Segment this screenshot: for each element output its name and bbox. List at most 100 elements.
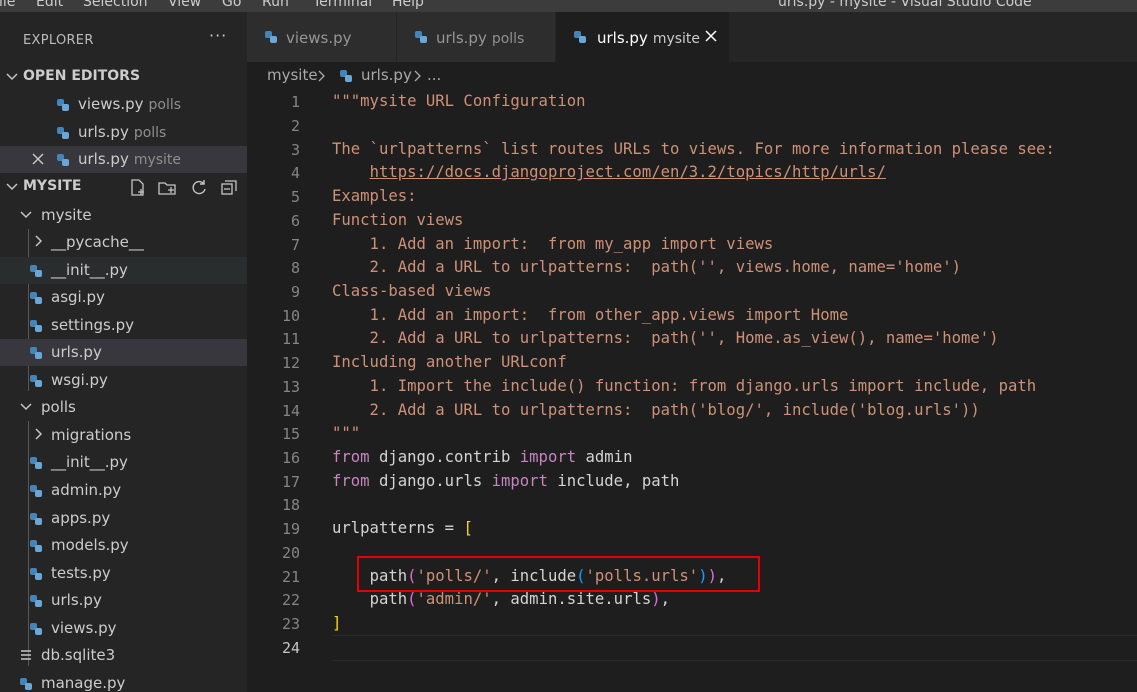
- breadcrumb-folder[interactable]: mysite: [267, 66, 318, 84]
- file-name: views.py: [78, 95, 144, 113]
- line-number: 19: [281, 520, 300, 538]
- menu-help[interactable]: Help: [392, 0, 424, 10]
- menu-terminal[interactable]: Terminal: [313, 0, 372, 10]
- tree-file[interactable]: apps.py: [0, 505, 247, 532]
- code-line: 2. Add a URL to urlpatterns: path('', Ho…: [332, 329, 999, 347]
- file-folder: polls: [133, 125, 167, 141]
- tree-label: __init__.py: [51, 261, 128, 279]
- line-number: 17: [281, 473, 300, 491]
- tab-label: urls.py: [436, 29, 487, 47]
- tree-label: urls.py: [51, 343, 102, 361]
- new-file-icon[interactable]: [128, 178, 148, 198]
- python-file-icon: [29, 484, 43, 498]
- tab-urls-py-mysite[interactable]: urls.py mysite: [556, 12, 730, 62]
- tab-folder: mysite: [652, 31, 701, 47]
- code-line: path('admin/', admin.site.urls),: [369, 590, 671, 608]
- menu-file[interactable]: ile: [0, 0, 15, 10]
- python-file-icon: [414, 30, 428, 44]
- tree-folder-pycache[interactable]: __pycache__: [0, 229, 247, 256]
- breadcrumb-more[interactable]: ...: [427, 66, 441, 84]
- tree-file[interactable]: __init__.py: [0, 257, 247, 284]
- tree-file[interactable]: manage.py: [0, 670, 247, 692]
- tree-file[interactable]: wsgi.py: [0, 367, 247, 394]
- line-number: 4: [290, 164, 300, 182]
- tab-bar: views.py urls.py polls urls.py mysite: [247, 12, 1137, 62]
- code-line: ]: [332, 614, 342, 632]
- menu-go[interactable]: Go: [222, 0, 241, 10]
- docs-link[interactable]: https://docs.djangoproject.com/en/3.2/to…: [370, 163, 886, 181]
- menu-edit[interactable]: Edit: [36, 0, 63, 10]
- title-bar: ile Edit Selection View Go Run Terminal …: [0, 0, 1137, 12]
- tree-file[interactable]: urls.py: [0, 587, 247, 614]
- tree-file[interactable]: admin.py: [0, 477, 247, 504]
- line-number: 7: [290, 236, 300, 254]
- refresh-icon[interactable]: [189, 178, 209, 198]
- chevron-down-icon: [19, 398, 33, 414]
- line-number: 5: [290, 188, 300, 206]
- menu-selection[interactable]: Selection: [83, 0, 148, 10]
- open-editors-header[interactable]: OPEN EDITORS: [0, 64, 247, 91]
- python-file-icon: [56, 98, 70, 112]
- tab-urls-py-polls[interactable]: urls.py polls: [397, 12, 556, 62]
- file-folder: mysite: [133, 152, 182, 168]
- code-line: 1. Import the include() function: from d…: [332, 377, 1037, 395]
- line-number: 11: [281, 330, 300, 348]
- line-number: 22: [281, 591, 300, 609]
- tree-file[interactable]: views.py: [0, 615, 247, 642]
- line-number: 23: [281, 615, 300, 633]
- tree-folder-polls[interactable]: polls: [0, 394, 247, 421]
- line-number: 21: [281, 568, 300, 586]
- tree-label: views.py: [51, 619, 117, 637]
- tree-file[interactable]: asgi.py: [0, 284, 247, 311]
- explorer-sidebar: EXPLORER ··· OPEN EDITORS views.py polls …: [0, 12, 247, 692]
- tree-label: apps.py: [51, 509, 111, 527]
- python-file-icon: [29, 539, 43, 553]
- tree-label: models.py: [51, 536, 129, 554]
- breadcrumb-file[interactable]: urls.py: [361, 66, 412, 84]
- window-title: urls.py - mysite - Visual Studio Code: [778, 0, 1032, 10]
- python-file-icon: [264, 30, 278, 44]
- ellipsis-icon[interactable]: ···: [209, 26, 227, 45]
- project-label: MYSITE: [23, 178, 82, 194]
- tree-file[interactable]: settings.py: [0, 312, 247, 339]
- tree-label: polls: [41, 398, 76, 416]
- python-file-icon: [29, 456, 43, 470]
- line-number: 14: [281, 402, 300, 420]
- explorer-title: EXPLORER: [23, 33, 94, 48]
- project-header[interactable]: MYSITE: [0, 174, 247, 201]
- line-number: 1: [290, 93, 300, 111]
- line-number: 3: [290, 141, 300, 159]
- tree-label: db.sqlite3: [41, 646, 116, 664]
- code-line: urlpatterns = [: [332, 519, 473, 537]
- menu-run[interactable]: Run: [262, 0, 289, 10]
- collapse-all-icon[interactable]: [219, 178, 239, 198]
- file-folder: polls: [148, 97, 182, 113]
- tree-folder-mysite[interactable]: mysite: [0, 202, 247, 229]
- tree-file[interactable]: tests.py: [0, 560, 247, 587]
- open-editor-item-active[interactable]: urls.py mysite: [0, 146, 247, 173]
- open-editors-label: OPEN EDITORS: [23, 68, 141, 84]
- tree-file[interactable]: __init__.py: [0, 449, 247, 476]
- open-editor-item[interactable]: views.py polls: [0, 91, 247, 118]
- line-number: 2: [290, 117, 300, 135]
- close-icon[interactable]: [703, 28, 719, 44]
- tab-views-py[interactable]: views.py: [247, 12, 397, 62]
- tree-folder-migrations[interactable]: migrations: [0, 422, 247, 449]
- open-editor-item[interactable]: urls.py polls: [0, 119, 247, 146]
- tree-file[interactable]: db.sqlite3: [0, 642, 247, 669]
- python-file-icon: [29, 567, 43, 581]
- new-folder-icon[interactable]: [157, 178, 177, 198]
- chevron-right-icon: [317, 69, 327, 87]
- code-editor[interactable]: 1 2 3 4 5 6 7 8 9 10 11 12 13 14 15 16 1…: [247, 90, 1137, 692]
- close-icon[interactable]: [31, 152, 45, 166]
- tree-label: __pycache__: [51, 233, 144, 251]
- menu-view[interactable]: View: [168, 0, 201, 10]
- python-file-icon: [29, 512, 43, 526]
- code-line: from django.urls import include, path: [332, 472, 680, 490]
- line-number: 15: [281, 425, 300, 443]
- tree-label: urls.py: [51, 591, 102, 609]
- code-line: 1. Add an import: from my_app import vie…: [332, 235, 774, 253]
- python-file-icon: [29, 264, 43, 278]
- tree-file-selected[interactable]: urls.py: [0, 339, 247, 366]
- tree-file[interactable]: models.py: [0, 532, 247, 559]
